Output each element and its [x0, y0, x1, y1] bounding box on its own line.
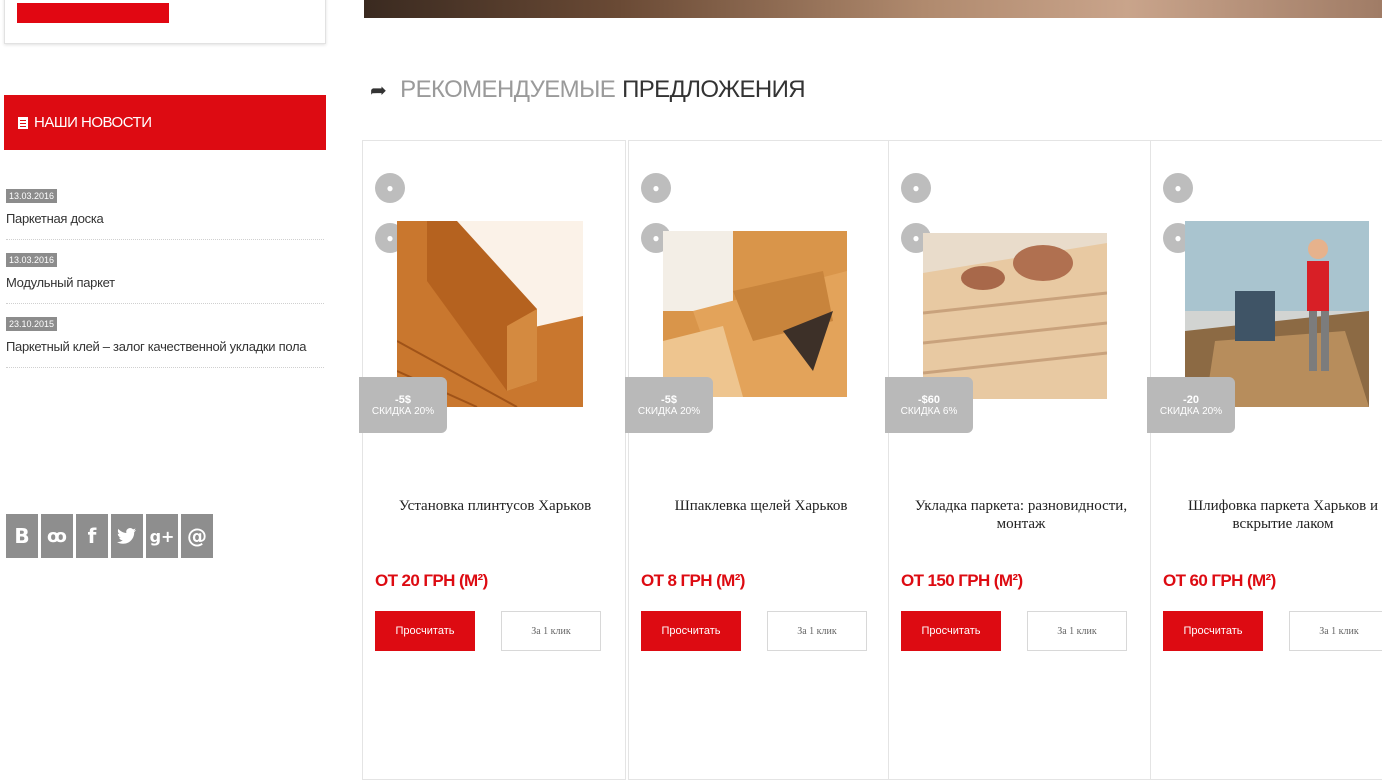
product-card: ● ● -20 СКИДКА 20% Шлифовка паркета Харь… [1147, 140, 1382, 780]
badge-text: СКИДКА 20% [371, 405, 435, 417]
section-title: ➦ РЕКОМЕНДУЕМЫЕ ПРЕДЛОЖЕНИЯ [370, 76, 806, 104]
product-price: ОТ 150 ГРН (М²) [901, 571, 1023, 590]
like-icon[interactable]: ● [641, 173, 671, 203]
news-item[interactable]: 13.03.2016 Модульный паркет [6, 250, 324, 304]
like-icon[interactable]: ● [1163, 173, 1193, 203]
badge-value: -5$ [661, 393, 677, 406]
sidebar-red-button[interactable] [17, 3, 169, 23]
like-icon[interactable]: ● [901, 173, 931, 203]
sidebar-top-box [4, 0, 326, 44]
section-title-dark: ПРЕДЛОЖЕНИЯ [622, 76, 806, 103]
odnoklassniki-icon[interactable]: ꚙ [41, 514, 73, 558]
badge-text: СКИДКА 20% [637, 405, 701, 417]
badge-value: -$60 [917, 393, 941, 406]
facebook-icon[interactable]: f [76, 514, 108, 558]
product-title[interactable]: Укладка паркета: разновидности, монтаж [909, 497, 1133, 533]
one-click-button[interactable]: За 1 клик [1289, 611, 1382, 651]
product-card: ● ● -5$ СКИДКА 20% Шпаклевка щелей Харьк… [625, 140, 892, 780]
section-title-light: РЕКОМЕНДУЕМЫЕ [400, 76, 616, 103]
news-list: 13.03.2016 Паркетная доска 13.03.2016 Мо… [6, 186, 324, 378]
product-price: ОТ 60 ГРН (М²) [1163, 571, 1276, 590]
calculate-button[interactable]: Просчитать [1163, 611, 1263, 651]
discount-badge: -$60 СКИДКА 6% [885, 377, 973, 433]
news-item[interactable]: 23.10.2015 Паркетный клей – залог качест… [6, 314, 324, 368]
news-title[interactable]: Паркетный клей – залог качественной укла… [6, 338, 324, 355]
news-date: 13.03.2016 [6, 189, 58, 203]
news-header: НАШИ НОВОСТИ [4, 95, 326, 150]
social-links: В ꚙ f g+ @ [6, 514, 213, 558]
news-item[interactable]: 13.03.2016 Паркетная доска [6, 186, 324, 240]
news-date: 23.10.2015 [6, 317, 58, 331]
product-image[interactable] [922, 233, 1108, 399]
badge-value: -20 [1183, 393, 1199, 406]
product-card: ● ● -$60 СКИДКА 6% Укладка паркета: разн… [885, 140, 1152, 780]
calculate-button[interactable]: Просчитать [901, 611, 1001, 651]
news-date: 13.03.2016 [6, 253, 58, 267]
product-card: ● ● -5$ СКИДКА 20% Установка плинтусов Х… [359, 140, 626, 780]
product-title[interactable]: Установка плинтусов Харьков [383, 497, 607, 515]
discount-badge: -5$ СКИДКА 20% [359, 377, 447, 433]
discount-badge: -20 СКИДКА 20% [1147, 377, 1235, 433]
news-title[interactable]: Модульный паркет [6, 274, 324, 291]
calculate-button[interactable]: Просчитать [641, 611, 741, 651]
badge-text: СКИДКА 20% [1159, 405, 1223, 417]
one-click-button[interactable]: За 1 клик [767, 611, 867, 651]
one-click-button[interactable]: За 1 клик [501, 611, 601, 651]
twitter-icon[interactable] [111, 514, 143, 558]
badge-value: -5$ [395, 393, 411, 406]
like-icon[interactable]: ● [375, 173, 405, 203]
discount-badge: -5$ СКИДКА 20% [625, 377, 713, 433]
one-click-button[interactable]: За 1 клик [1027, 611, 1127, 651]
product-title[interactable]: Шлифовка паркета Харьков и вскрытие лако… [1171, 497, 1382, 537]
badge-text: СКИДКА 6% [900, 405, 958, 417]
banner-image [364, 0, 1382, 18]
news-title[interactable]: Паркетная доска [6, 210, 324, 227]
email-icon[interactable]: @ [181, 514, 213, 558]
product-title[interactable]: Шпаклевка щелей Харьков [649, 497, 873, 515]
calculate-button[interactable]: Просчитать [375, 611, 475, 651]
arrow-icon: ➦ [370, 79, 387, 102]
product-image[interactable] [663, 231, 847, 397]
product-price: ОТ 20 ГРН (М²) [375, 571, 488, 590]
google-plus-icon[interactable]: g+ [146, 514, 178, 558]
news-header-label: НАШИ НОВОСТИ [34, 114, 152, 131]
document-icon [18, 116, 28, 129]
product-price: ОТ 8 ГРН (М²) [641, 571, 745, 590]
vk-icon[interactable]: В [6, 514, 38, 558]
